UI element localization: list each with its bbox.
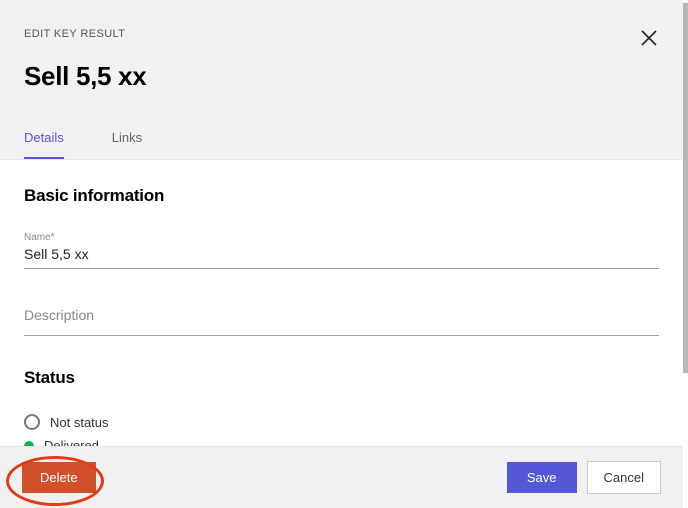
status-option-delivered[interactable]: Delivered [24,438,659,446]
dialog-title: Sell 5,5 xx [24,61,659,92]
dialog-overline: EDIT KEY RESULT [24,28,125,40]
dialog-footer: Delete Save Cancel [0,446,683,508]
status-option-not-status[interactable]: Not status [24,414,659,430]
description-input[interactable]: Description [24,297,659,329]
tab-details[interactable]: Details [24,120,64,159]
status-label: Delivered [44,438,99,446]
basic-info-heading: Basic information [24,186,659,206]
status-heading: Status [24,368,659,388]
dialog-header: EDIT KEY RESULT Sell 5,5 xx Details Link… [0,0,683,160]
radio-icon [24,414,40,430]
name-field[interactable]: Name* Sell 5,5 xx [24,232,659,269]
description-field[interactable]: Description [24,297,659,336]
delete-button[interactable]: Delete [22,462,96,493]
status-label: Not status [50,415,109,430]
tabs: Details Links [24,120,659,159]
cancel-button[interactable]: Cancel [587,461,661,494]
tab-links[interactable]: Links [112,120,142,159]
dialog-content[interactable]: Basic information Name* Sell 5,5 xx Desc… [0,160,683,446]
scrollbar-thumb[interactable] [683,3,688,373]
edit-key-result-dialog: EDIT KEY RESULT Sell 5,5 xx Details Link… [0,0,683,508]
name-input[interactable]: Sell 5,5 xx [24,246,659,262]
close-icon[interactable] [639,28,659,53]
name-label: Name* [24,232,659,243]
save-button[interactable]: Save [507,462,577,493]
